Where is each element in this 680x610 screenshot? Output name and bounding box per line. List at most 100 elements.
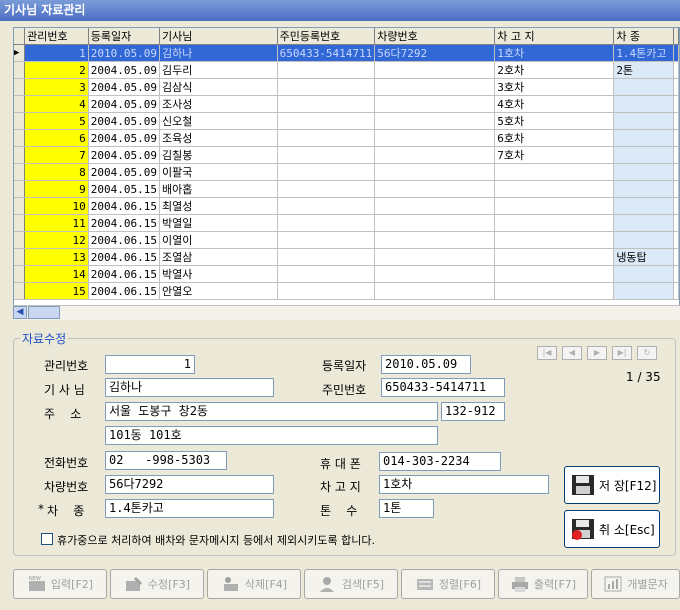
table-row[interactable]: 6 2004.05.09 조육성 6호차 (14, 129, 679, 147)
cell-driver[interactable]: 조사성 (159, 95, 278, 113)
row-selector[interactable] (14, 95, 26, 113)
cancel-button[interactable]: 취 소[Esc] (564, 510, 660, 548)
row-selector[interactable] (14, 163, 26, 181)
cell-mgmt-no[interactable]: 9 (24, 180, 89, 198)
cell-rrn[interactable]: 650433-5414711 (277, 44, 376, 62)
cell-vehicle-no[interactable] (374, 129, 496, 147)
cell-mgmt-no[interactable]: 3 (24, 78, 89, 96)
cell-vehicle-no[interactable] (374, 282, 496, 300)
first-record-icon[interactable]: |◀ (537, 346, 557, 360)
cell-vehicle-no[interactable] (374, 180, 496, 198)
cell-garage[interactable]: 6호차 (494, 129, 615, 147)
cell-rrn[interactable] (277, 78, 376, 96)
cell-vehicle-type[interactable] (613, 129, 674, 147)
cell-mgmt-no[interactable]: 11 (24, 214, 89, 232)
cell-rrn[interactable] (277, 231, 376, 249)
tonnage-field[interactable]: 1톤 (379, 499, 434, 518)
row-selector[interactable] (14, 61, 26, 79)
cell-driver[interactable]: 김삼식 (159, 78, 278, 96)
cell-rrn[interactable] (277, 95, 376, 113)
address-line2-field[interactable]: 101동 101호 (105, 426, 438, 445)
cell-driver[interactable]: 안열오 (159, 282, 278, 300)
cell-mgmt-no[interactable]: 1 (24, 44, 89, 62)
cell-rrn[interactable] (277, 61, 376, 79)
cell-garage[interactable] (494, 265, 615, 283)
cell-mgmt-no[interactable]: 4 (24, 95, 89, 113)
cell-rrn[interactable] (277, 248, 376, 266)
cell-reg-date[interactable]: 2010.05.09 (88, 44, 160, 62)
cell-vehicle-no[interactable] (374, 146, 496, 164)
cell-garage[interactable]: 4호차 (494, 95, 615, 113)
search-button[interactable]: 검색[F5] (304, 569, 398, 599)
cell-garage[interactable] (494, 180, 615, 198)
cell-vehicle-type[interactable] (613, 282, 674, 300)
cell-vehicle-type[interactable] (613, 265, 674, 283)
table-row[interactable]: 14 2004.06.15 박열사 (14, 265, 679, 283)
cell-vehicle-no[interactable] (374, 95, 496, 113)
cell-driver[interactable]: 김두리 (159, 61, 278, 79)
cell-vehicle-no[interactable] (374, 197, 496, 215)
cell-driver[interactable]: 이팔국 (159, 163, 278, 181)
cell-driver[interactable]: 김칠봉 (159, 146, 278, 164)
cell-vehicle-no[interactable] (374, 231, 496, 249)
cell-reg-date[interactable]: 2004.05.09 (88, 163, 160, 181)
prev-record-icon[interactable]: ◀ (562, 346, 582, 360)
cell-driver[interactable]: 박열일 (159, 214, 278, 232)
cell-mgmt-no[interactable]: 13 (24, 248, 89, 266)
cell-driver[interactable]: 이열이 (159, 231, 278, 249)
address-line1-field[interactable]: 서울 도봉구 창2동 (105, 402, 438, 421)
table-row[interactable]: 11 2004.06.15 박열일 (14, 214, 679, 232)
save-button[interactable]: 저 장[F12] (564, 466, 660, 504)
cell-rrn[interactable] (277, 265, 376, 283)
row-selector[interactable] (14, 214, 26, 232)
cell-driver[interactable]: 조육성 (159, 129, 278, 147)
cell-reg-date[interactable]: 2004.06.15 (88, 265, 160, 283)
row-selector[interactable] (14, 129, 26, 147)
cell-mgmt-no[interactable]: 5 (24, 112, 89, 130)
table-row[interactable]: 12 2004.06.15 이열이 (14, 231, 679, 249)
cell-mgmt-no[interactable]: 7 (24, 146, 89, 164)
table-row[interactable]: 4 2004.05.09 조사성 4호차 (14, 95, 679, 113)
row-selector[interactable] (14, 231, 26, 249)
cell-rrn[interactable] (277, 197, 376, 215)
cell-vehicle-no[interactable] (374, 61, 496, 79)
vehicle-no-field[interactable]: 56다7292 (105, 475, 274, 494)
cell-vehicle-no[interactable] (374, 214, 496, 232)
cell-vehicle-no[interactable] (374, 163, 496, 181)
column-header-driver[interactable]: 기사님 (159, 28, 278, 45)
edit-button[interactable]: 수정[F3] (110, 569, 204, 599)
cell-reg-date[interactable]: 2004.05.15 (88, 180, 160, 198)
cell-rrn[interactable] (277, 282, 376, 300)
cell-vehicle-type[interactable] (613, 146, 674, 164)
cell-vehicle-type[interactable]: 1.4톤카고 (613, 44, 674, 62)
cell-garage[interactable] (494, 197, 615, 215)
row-selector[interactable] (14, 180, 26, 198)
column-header-mgmt-no[interactable]: 관리번호 (24, 28, 89, 45)
cell-mgmt-no[interactable]: 10 (24, 197, 89, 215)
table-row[interactable]: 3 2004.05.09 김삼식 3호차 (14, 78, 679, 96)
refresh-icon[interactable]: ↻ (637, 346, 657, 360)
cell-mgmt-no[interactable]: 2 (24, 61, 89, 79)
table-row[interactable]: 7 2004.05.09 김칠봉 7호차 (14, 146, 679, 164)
row-selector[interactable] (14, 146, 26, 164)
cell-vehicle-no[interactable] (374, 78, 496, 96)
table-row[interactable]: 13 2004.06.15 조열삼 냉동탑 (14, 248, 679, 266)
cell-mgmt-no[interactable]: 15 (24, 282, 89, 300)
cell-vehicle-no[interactable]: 56다7292 (374, 44, 496, 62)
cell-vehicle-type[interactable] (613, 231, 674, 249)
mobile-field[interactable]: 014-303-2234 (379, 452, 501, 471)
column-header-garage[interactable]: 차 고 지 (494, 28, 615, 45)
table-row[interactable]: 8 2004.05.09 이팔국 (14, 163, 679, 181)
cell-garage[interactable] (494, 282, 615, 300)
table-row[interactable]: 15 2004.06.15 안열오 (14, 282, 679, 300)
sort-button[interactable]: 정렬[F6] (401, 569, 495, 599)
column-header-vehicle-type[interactable]: 차 종 (613, 28, 674, 45)
cell-vehicle-type[interactable] (613, 180, 674, 198)
cell-vehicle-no[interactable] (374, 265, 496, 283)
table-row[interactable]: 2 2004.05.09 김두리 2호차 2톤 (14, 61, 679, 79)
cell-mgmt-no[interactable]: 8 (24, 163, 89, 181)
cell-rrn[interactable] (277, 214, 376, 232)
last-record-icon[interactable]: ▶| (612, 346, 632, 360)
input-button[interactable]: NEW 입력[F2] (13, 569, 107, 599)
scroll-thumb[interactable] (28, 306, 60, 319)
